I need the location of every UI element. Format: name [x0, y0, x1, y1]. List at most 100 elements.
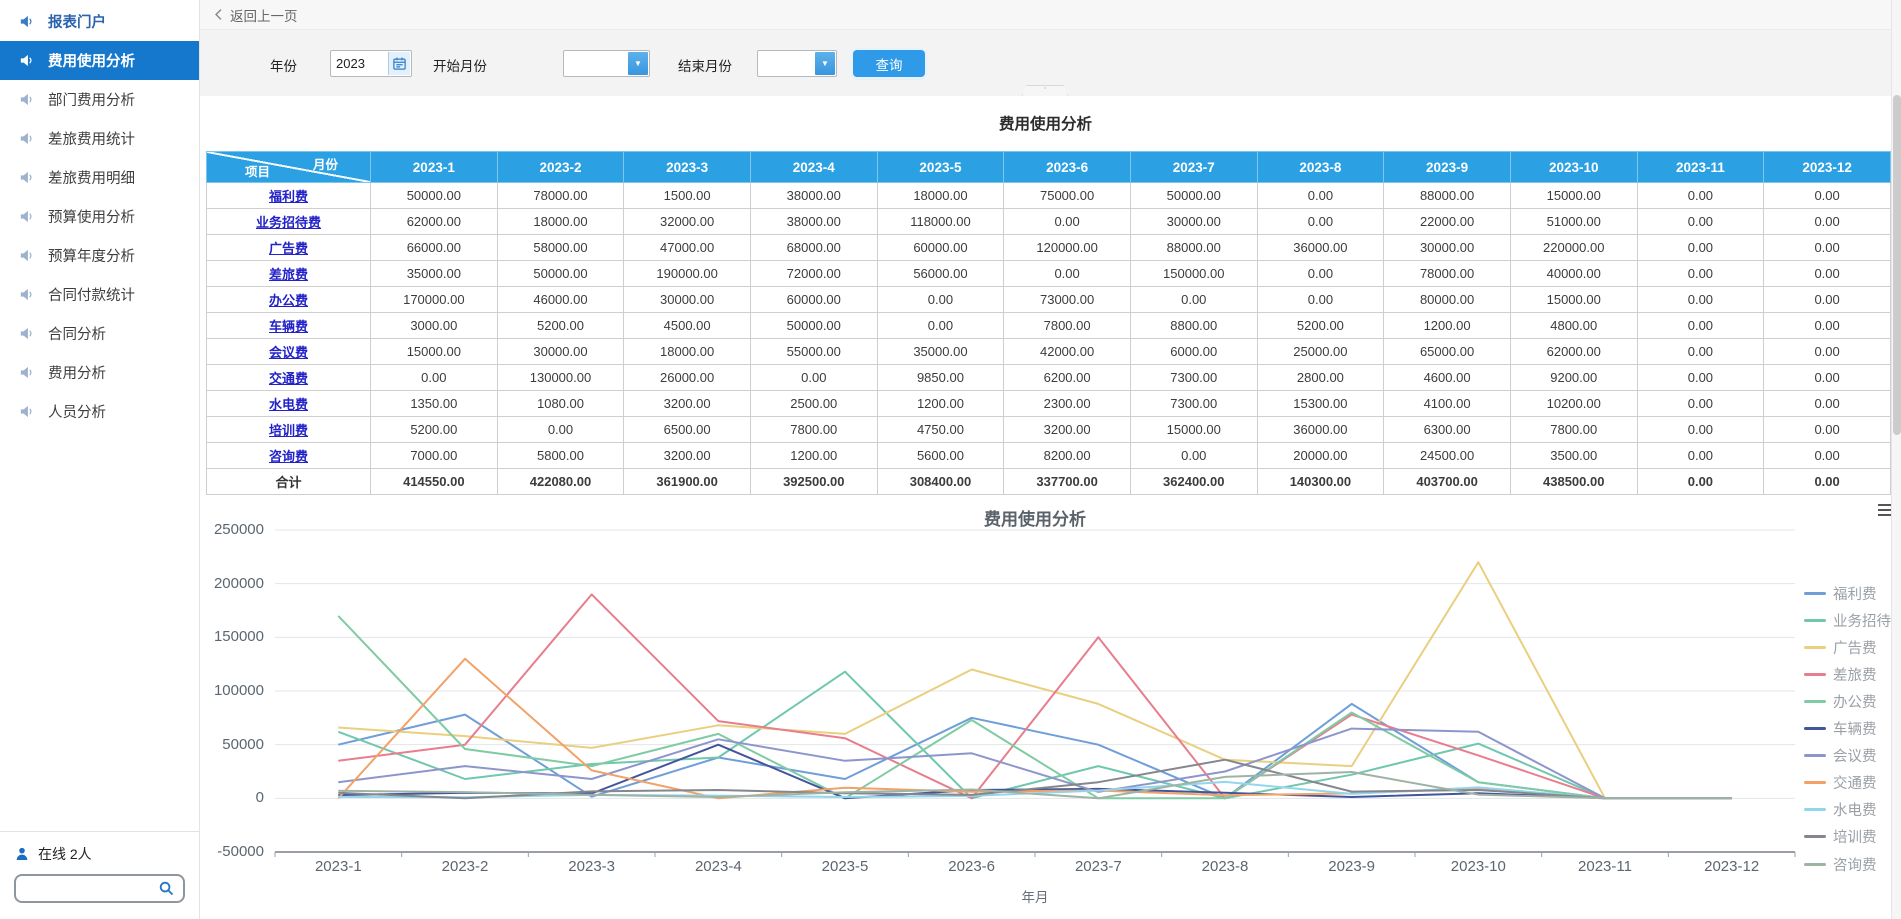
total-value-cell: 414550.00 [371, 469, 498, 495]
column-header: 2023-12 [1764, 152, 1891, 183]
y-tick-label: 100000 [200, 682, 264, 699]
value-cell: 38000.00 [750, 209, 877, 235]
year-field [330, 50, 412, 77]
legend-marker [1804, 781, 1826, 784]
value-cell: 2800.00 [1257, 365, 1384, 391]
row-label-link[interactable]: 交通费 [269, 371, 308, 386]
value-cell: 5600.00 [877, 443, 1004, 469]
column-header: 2023-3 [624, 152, 751, 183]
row-label-link[interactable]: 广告费 [269, 241, 308, 256]
sidebar-search-input[interactable] [24, 877, 154, 900]
report-content: 费用使用分析 月份项目2023-12023-22023-32023-42023-… [200, 96, 1891, 919]
legend-item[interactable]: 交通费 [1804, 773, 1877, 793]
value-cell: 0.00 [877, 287, 1004, 313]
sidebar-item-10[interactable]: 人员分析 [0, 392, 199, 431]
column-header: 2023-11 [1637, 152, 1764, 183]
value-cell: 55000.00 [750, 339, 877, 365]
search-icon[interactable] [158, 880, 175, 897]
corner-月份: 月份 [313, 154, 338, 173]
start-month-select[interactable]: ▼ [563, 50, 650, 77]
row-label-cell: 交通费 [207, 365, 371, 391]
legend-marker [1804, 646, 1826, 649]
sidebar-item-label: 报表门户 [48, 11, 106, 32]
row-label-link[interactable]: 培训费 [269, 423, 308, 438]
value-cell: 18000.00 [877, 183, 1004, 209]
row-label-link[interactable]: 咨询费 [269, 449, 308, 464]
row-label-link[interactable]: 办公费 [269, 293, 308, 308]
table-row: 培训费5200.000.006500.007800.004750.003200.… [207, 417, 1891, 443]
speaker-icon [18, 208, 35, 225]
legend-item[interactable]: 咨询费 [1804, 854, 1877, 874]
value-cell: 0.00 [750, 365, 877, 391]
total-value-cell: 337700.00 [1004, 469, 1131, 495]
value-cell: 8800.00 [1130, 313, 1257, 339]
row-label-link[interactable]: 水电费 [269, 397, 308, 412]
total-label-cell: 合计 [207, 469, 371, 495]
value-cell: 0.00 [1257, 287, 1384, 313]
sidebar-item-9[interactable]: 费用分析 [0, 353, 199, 392]
sidebar-footer: 在线 2人 [0, 831, 199, 919]
value-cell: 62000.00 [371, 209, 498, 235]
legend-item[interactable]: 会议费 [1804, 746, 1877, 766]
value-cell: 51000.00 [1510, 209, 1637, 235]
sidebar-item-label: 费用分析 [48, 362, 106, 383]
legend-item[interactable]: 差旅费 [1804, 664, 1877, 684]
y-tick-label: 250000 [200, 521, 264, 538]
year-input[interactable] [336, 52, 390, 75]
sidebar-item-label: 差旅费用明细 [48, 167, 135, 188]
collapse-handle[interactable]: ˆ [1022, 85, 1068, 96]
sidebar-item-5[interactable]: 预算使用分析 [0, 197, 199, 236]
legend-item[interactable]: 福利费 [1804, 583, 1877, 603]
end-month-select[interactable]: ▼ [757, 50, 837, 77]
calendar-button[interactable] [388, 52, 410, 75]
table-row: 咨询费7000.005800.003200.001200.005600.0082… [207, 443, 1891, 469]
sidebar-item-7[interactable]: 合同付款统计 [0, 275, 199, 314]
row-label-link[interactable]: 差旅费 [269, 267, 308, 282]
back-link-label[interactable]: 返回上一页 [230, 5, 298, 25]
value-cell: 4600.00 [1384, 365, 1511, 391]
sidebar-item-3[interactable]: 差旅费用统计 [0, 119, 199, 158]
row-label-link[interactable]: 福利费 [269, 189, 308, 204]
table-row: 福利费50000.0078000.001500.0038000.0018000.… [207, 183, 1891, 209]
table-row: 差旅费35000.0050000.00190000.0072000.005600… [207, 261, 1891, 287]
row-label-link[interactable]: 业务招待费 [256, 215, 321, 230]
sidebar-item-2[interactable]: 部门费用分析 [0, 80, 199, 119]
value-cell: 18000.00 [497, 209, 624, 235]
value-cell: 120000.00 [1004, 235, 1131, 261]
value-cell: 78000.00 [497, 183, 624, 209]
value-cell: 220000.00 [1510, 235, 1637, 261]
legend-item[interactable]: 广告费 [1804, 637, 1877, 657]
sidebar-item-8[interactable]: 合同分析 [0, 314, 199, 353]
value-cell: 5800.00 [497, 443, 624, 469]
value-cell: 9200.00 [1510, 365, 1637, 391]
total-value-cell: 422080.00 [497, 469, 624, 495]
legend-item[interactable]: 办公费 [1804, 691, 1877, 711]
row-label-link[interactable]: 会议费 [269, 345, 308, 360]
value-cell: 4100.00 [1384, 391, 1511, 417]
sidebar-item-1[interactable]: 费用使用分析 [0, 41, 199, 80]
value-cell: 130000.00 [497, 365, 624, 391]
sidebar-item-6[interactable]: 预算年度分析 [0, 236, 199, 275]
value-cell: 0.00 [1637, 365, 1764, 391]
legend-item[interactable]: 培训费 [1804, 827, 1877, 847]
sidebar-item-label: 费用使用分析 [48, 50, 135, 71]
sidebar-item-4[interactable]: 差旅费用明细 [0, 158, 199, 197]
row-label-link[interactable]: 车辆费 [269, 319, 308, 334]
back-bar[interactable]: 返回上一页 [200, 0, 1891, 30]
legend-item[interactable]: 水电费 [1804, 800, 1877, 820]
query-button[interactable]: 查询 [853, 50, 925, 77]
table-row: 车辆费3000.005200.004500.0050000.000.007800… [207, 313, 1891, 339]
value-cell: 4500.00 [624, 313, 751, 339]
sidebar-nav: 报表门户费用使用分析部门费用分析差旅费用统计差旅费用明细预算使用分析预算年度分析… [0, 0, 199, 431]
total-value-cell: 403700.00 [1384, 469, 1511, 495]
legend-item[interactable]: 车辆费 [1804, 719, 1877, 739]
value-cell: 10200.00 [1510, 391, 1637, 417]
column-header: 2023-1 [371, 152, 498, 183]
legend-item[interactable]: 业务招待费 [1804, 610, 1901, 630]
legend-marker [1804, 754, 1826, 757]
sidebar-item-0[interactable]: 报表门户 [0, 2, 199, 41]
scrollbar-thumb[interactable] [1893, 95, 1901, 435]
row-label-cell: 办公费 [207, 287, 371, 313]
value-cell: 66000.00 [371, 235, 498, 261]
series-line-交通费 [338, 659, 1731, 799]
